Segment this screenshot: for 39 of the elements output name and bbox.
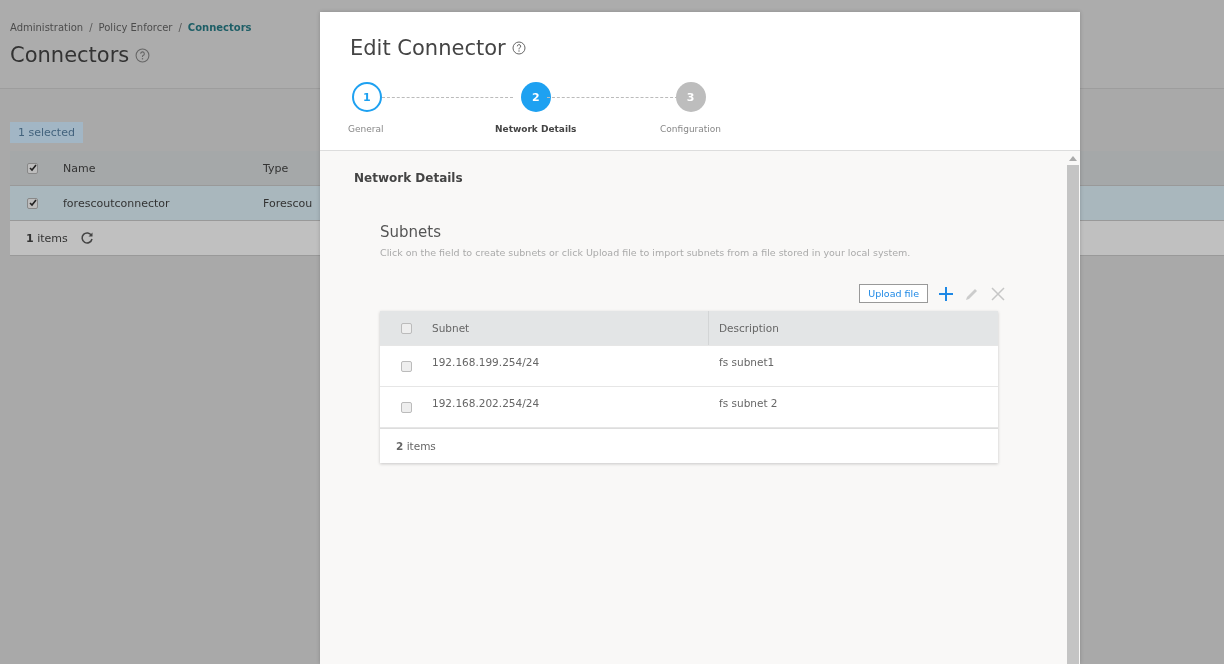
item-count: 2 items [396, 440, 436, 452]
subnets-title: Subnets [380, 223, 442, 241]
row-checkbox[interactable] [400, 401, 412, 413]
breadcrumb-link[interactable]: Connectors [187, 22, 252, 33]
column-header[interactable]: Description [719, 322, 989, 334]
page-title: Connectors [10, 43, 130, 67]
step-number[interactable]: 2 [520, 82, 551, 112]
row-checkbox[interactable] [27, 197, 38, 209]
breadcrumb-separator: / [178, 22, 182, 33]
scroll-up-icon[interactable] [1069, 155, 1077, 161]
step-label: Network Details [495, 124, 577, 134]
table-cell-text: forescoutconnector [62, 196, 171, 210]
column-header[interactable]: Name [55, 161, 255, 175]
help-icon[interactable] [135, 47, 151, 63]
delete-icon[interactable] [990, 285, 1006, 302]
subnets-description: Click on the field to create subnets or click Upload file to import subnets from a file stored in your local system. [380, 247, 912, 258]
dialog-title: Edit Connector [350, 36, 506, 60]
table-cell-text: 192.168.199.254/24 [432, 355, 541, 368]
section-title: Network Details [354, 171, 464, 185]
column-header[interactable]: Subnet [432, 322, 708, 334]
help-icon[interactable] [511, 41, 526, 55]
row-checkbox[interactable] [400, 360, 412, 372]
breadcrumb-link[interactable]: Policy Enforcer [98, 22, 173, 33]
breadcrumb-separator: / [89, 22, 93, 33]
refresh-icon[interactable] [79, 231, 94, 245]
table-cell-text: 192.168.202.254/24 [432, 396, 541, 409]
select-all-checkbox[interactable] [27, 162, 38, 174]
breadcrumb-link[interactable]: Administration [10, 22, 84, 33]
add-icon[interactable] [938, 285, 954, 302]
selection-badge: 1 selected [10, 122, 83, 143]
table-cell-text: fs subnet 2 [719, 396, 779, 409]
step-label: Configuration [660, 124, 722, 134]
item-count: 1 items [26, 231, 68, 245]
upload-file-button[interactable]: Upload file [859, 284, 928, 303]
step-number[interactable]: 1 [351, 82, 382, 112]
table-cell-text: fs subnet1 [719, 355, 776, 368]
select-all-checkbox[interactable] [400, 322, 412, 334]
step-label: General [348, 124, 384, 134]
table-cell-text: Forescou [262, 196, 314, 210]
